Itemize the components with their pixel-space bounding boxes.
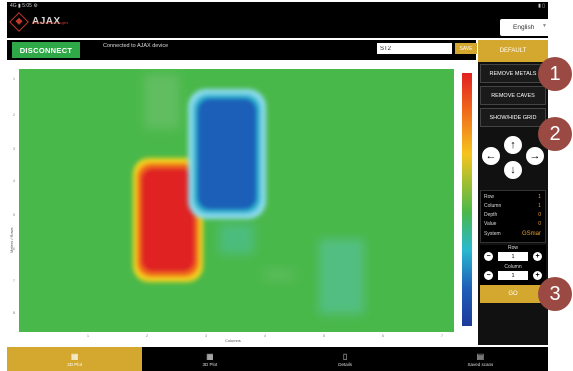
show-hide-grid-button[interactable]: SHOW/HIDE GRID xyxy=(480,108,546,127)
y-tick: 8 xyxy=(13,311,15,315)
info-value: 1 xyxy=(538,194,541,200)
faint-patch xyxy=(319,239,364,314)
tab-label: Saved scans xyxy=(467,361,494,367)
top-bar: 4G ▮ 5:05 ⚙ ▮ ▯ AJAX Detection Technolog… xyxy=(7,2,552,38)
language-value: English xyxy=(513,24,535,31)
direction-pad: ↑ ← → ↓ xyxy=(480,136,546,186)
x-tick: 7 xyxy=(441,334,443,338)
default-button[interactable]: DEFAULT xyxy=(478,40,548,62)
info-label: Row xyxy=(484,194,495,200)
arrow-up-icon[interactable]: ↑ xyxy=(504,136,522,154)
app-window: 4G ▮ 5:05 ⚙ ▮ ▯ AJAX Detection Technolog… xyxy=(0,0,573,371)
info-row: System GSmar xyxy=(484,231,544,237)
info-label: System xyxy=(484,231,501,237)
info-row: Row 1 xyxy=(484,194,544,200)
logo-icon xyxy=(9,12,29,32)
scan-name-input[interactable] xyxy=(377,43,452,54)
x-tick: 2 xyxy=(146,334,148,338)
chevron-down-icon: ▼ xyxy=(542,23,547,29)
connection-status: Connected to AJAX device xyxy=(103,43,169,49)
tab-saved-scans[interactable]: ▤ Saved scans xyxy=(413,347,548,371)
faint-patch xyxy=(219,224,254,254)
tab-label: Details xyxy=(338,361,352,367)
column-value[interactable]: 1 xyxy=(498,271,528,280)
status-bar-left: 4G ▮ 5:05 ⚙ xyxy=(10,3,38,9)
plus-icon[interactable]: + xyxy=(533,252,542,261)
callout-marker: 2 xyxy=(538,117,572,151)
info-label: Value xyxy=(484,221,497,227)
connection-bar: DISCONNECT Connected to AJAX device SAVE xyxy=(7,40,477,60)
arrow-down-icon[interactable]: ↓ xyxy=(504,161,522,179)
tab-3d-plot[interactable]: ▦ 3D Plot xyxy=(142,347,277,371)
clipboard-icon: ▯ xyxy=(342,351,348,361)
tab-2d-plot[interactable]: ▦ 2D Plot xyxy=(7,347,143,371)
x-tick: 3 xyxy=(205,334,207,338)
go-button[interactable]: GO xyxy=(480,285,546,303)
status-bar-right: ▮ ▯ xyxy=(538,3,545,9)
minus-icon[interactable]: − xyxy=(484,271,493,280)
language-select[interactable]: English ▼ xyxy=(500,19,552,36)
info-value: 0 xyxy=(538,221,541,227)
x-tick: 4 xyxy=(264,334,266,338)
y-tick: 4 xyxy=(13,179,15,183)
control-panel: DEFAULT REMOVE METALS REMOVE CAVES SHOW/… xyxy=(478,40,548,345)
y-tick: 6 xyxy=(13,247,15,251)
tab-label: 2D Plot xyxy=(67,361,82,367)
row-value[interactable]: 1 xyxy=(498,252,528,261)
x-tick: 6 xyxy=(382,334,384,338)
cell-info-box: Row 1 Column 1 Depth 0 Value 0 System GSmar xyxy=(480,190,546,243)
remove-metals-button[interactable]: REMOVE METALS xyxy=(480,64,546,83)
info-value: 1 xyxy=(538,203,541,209)
tab-details[interactable]: ▯ Details xyxy=(278,347,413,371)
y-tick: 2 xyxy=(13,113,15,117)
callout-marker: 3 xyxy=(538,277,572,311)
y-tick: 3 xyxy=(13,147,15,151)
x-tick: 5 xyxy=(323,334,325,338)
column-label: Column xyxy=(504,264,522,270)
plus-icon[interactable]: + xyxy=(533,271,542,280)
info-label: Column xyxy=(484,203,502,209)
info-value: GSmar xyxy=(521,231,541,237)
row-label: Row xyxy=(507,245,518,251)
bottom-nav: ▦ 2D Plot ▦ 3D Plot ▯ Details ▤ Saved sc… xyxy=(7,347,548,371)
x-tick: 1 xyxy=(87,334,89,338)
tab-label: 3D Plot xyxy=(202,361,218,367)
color-scale-bar xyxy=(462,73,472,326)
arrow-left-icon[interactable]: ← xyxy=(482,147,500,165)
remove-caves-button[interactable]: REMOVE CAVES xyxy=(480,86,546,105)
disconnect-button[interactable]: DISCONNECT xyxy=(12,42,80,58)
faint-patch xyxy=(144,74,179,129)
minus-icon[interactable]: − xyxy=(484,252,493,261)
y-tick: 5 xyxy=(13,213,15,217)
info-label: Depth xyxy=(484,212,498,218)
blue-anomaly xyxy=(188,89,266,219)
y-tick: 7 xyxy=(13,279,15,283)
info-row: Column 1 xyxy=(484,203,544,209)
grid-icon: ▦ xyxy=(70,351,79,361)
info-value: 0 xyxy=(538,212,541,218)
save-button[interactable]: SAVE xyxy=(455,43,477,54)
info-row: Depth 0 xyxy=(484,212,544,218)
plot-area: Meters / Rows 1 2 3 4 5 6 7 8 1 2 3 4 5 … xyxy=(8,63,476,346)
column-stepper: − 1 + xyxy=(484,271,542,280)
faint-patch xyxy=(264,269,294,281)
row-column-selector: Row − 1 + Column − 1 + xyxy=(480,245,546,285)
row-stepper: − 1 + xyxy=(484,252,542,261)
grid-icon: ▦ xyxy=(206,351,214,361)
info-row: Value 0 xyxy=(484,221,544,227)
save-icon: ▤ xyxy=(476,351,485,361)
callout-marker: 1 xyxy=(538,57,572,91)
arrow-right-icon[interactable]: → xyxy=(526,147,544,165)
logo-subtitle: Detection Technologies xyxy=(32,21,69,25)
heatmap-plot[interactable] xyxy=(19,69,454,332)
y-tick: 1 xyxy=(13,77,15,81)
x-axis-title: Columns xyxy=(225,338,241,343)
